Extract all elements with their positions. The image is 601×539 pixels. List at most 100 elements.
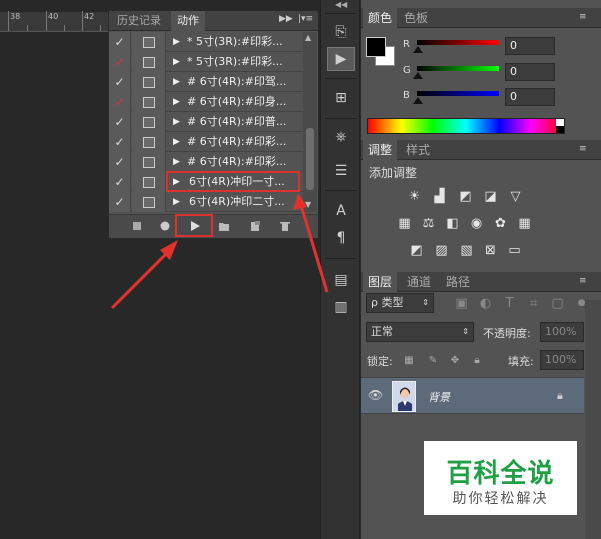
action-row[interactable]: ✓ ▶ # 6寸(4R):#印普...: [109, 112, 309, 132]
stop-icon[interactable]: [131, 220, 143, 232]
green-slider[interactable]: [417, 66, 499, 71]
tab-styles[interactable]: 样式: [401, 140, 435, 160]
blend-mode-dropdown[interactable]: 正常 ⇕: [366, 322, 474, 342]
action-row[interactable]: ✓ ▶ * 5寸(3R):#印彩...: [109, 52, 309, 72]
dialog-toggle-icon[interactable]: [132, 152, 166, 172]
actions-play-icon[interactable]: ▶: [327, 47, 355, 71]
sliders-icon[interactable]: ☰: [331, 161, 351, 181]
tab-paths[interactable]: 路径: [441, 272, 475, 292]
layer-filter-dropdown[interactable]: ρ 类型 ⇕: [366, 293, 434, 313]
smart-object-filter-icon[interactable]: ▢: [549, 295, 566, 312]
dialog-toggle-icon[interactable]: [132, 32, 166, 52]
blue-value-field[interactable]: 0: [505, 88, 555, 106]
tab-channels[interactable]: 通道: [402, 272, 436, 292]
levels-icon[interactable]: ▟: [431, 188, 448, 205]
check-icon[interactable]: ✓: [109, 112, 131, 132]
check-icon[interactable]: ✓: [109, 152, 131, 172]
lock-all-icon[interactable]: 🔒︎: [471, 355, 483, 367]
tab-actions[interactable]: 动作: [171, 11, 205, 31]
action-row[interactable]: ✓ ▶ # 6寸(4R):#印彩...: [109, 132, 309, 152]
opacity-field[interactable]: 100%: [540, 322, 584, 342]
dialog-toggle-icon[interactable]: [132, 72, 166, 92]
layers-scrollbar[interactable]: [585, 300, 601, 539]
action-row[interactable]: ✓ ▶ # 6寸(4R):#印驾...: [109, 72, 309, 92]
check-icon[interactable]: ✓: [109, 92, 131, 112]
new-action-icon[interactable]: [249, 220, 261, 232]
brightness-icon[interactable]: ☀: [406, 188, 423, 205]
history-icon[interactable]: ⎘: [331, 22, 351, 42]
channel-mixer-icon[interactable]: ✿: [492, 215, 509, 232]
blue-slider[interactable]: [417, 91, 499, 96]
character-icon[interactable]: A: [331, 201, 351, 221]
paragraph-icon[interactable]: ¶: [331, 228, 351, 248]
check-icon[interactable]: ✓: [109, 52, 131, 72]
scrollbar-thumb[interactable]: [306, 128, 314, 190]
gradient-map-icon[interactable]: ▭: [506, 242, 523, 259]
check-icon[interactable]: ✓: [109, 72, 131, 92]
check-icon[interactable]: ✓: [109, 32, 131, 52]
green-slider-thumb[interactable]: [413, 72, 423, 79]
panel-menu-icon[interactable]: ≡: [579, 12, 587, 22]
expand-triangle-icon[interactable]: ▶: [173, 112, 180, 132]
expand-triangle-icon[interactable]: ▶: [173, 152, 180, 172]
action-row[interactable]: ✓ ▶ # 6寸(4R):#印彩...: [109, 152, 309, 172]
foreground-color-swatch[interactable]: [366, 37, 386, 57]
selective-color-icon[interactable]: ⊠: [482, 242, 499, 259]
posterize-icon[interactable]: ▨: [433, 242, 450, 259]
color-spectrum[interactable]: [367, 118, 565, 134]
action-row[interactable]: ✓ ▶ 6寸(4R)冲印二寸...: [109, 192, 309, 212]
eye-icon[interactable]: 👁︎: [368, 388, 383, 402]
tab-color[interactable]: 颜色: [363, 8, 398, 28]
check-icon[interactable]: ✓: [109, 192, 131, 212]
dialog-toggle-icon[interactable]: [132, 192, 166, 212]
adjustment-filter-icon[interactable]: ◐: [477, 295, 494, 312]
expand-triangle-icon[interactable]: ▶: [173, 52, 180, 72]
action-row[interactable]: ✓ ▶ # 6寸(4R):#印身...: [109, 92, 309, 112]
fill-field[interactable]: 100%: [540, 350, 584, 370]
layer-row-background[interactable]: 👁︎ 背景 🔒︎: [361, 377, 584, 414]
action-row[interactable]: ✓ ▶ * 5寸(3R):#印彩...: [109, 32, 309, 52]
photo-filter-icon[interactable]: ◉: [468, 215, 485, 232]
invert-icon[interactable]: ◩: [408, 242, 425, 259]
lock-pixels-icon[interactable]: ✎: [427, 355, 439, 367]
panel-menu-icon[interactable]: ≡: [579, 144, 587, 154]
camera-icon[interactable]: ⊞: [331, 88, 351, 108]
double-arrow-icon[interactable]: ▶▶: [279, 14, 293, 24]
record-icon[interactable]: [159, 220, 171, 232]
type-filter-icon[interactable]: T: [501, 295, 518, 312]
actions-scrollbar[interactable]: ▲ ▼: [303, 32, 317, 212]
brush-icon[interactable]: ⎈: [331, 127, 351, 147]
expand-triangle-icon[interactable]: ▶: [173, 192, 180, 212]
folder-icon[interactable]: [218, 220, 230, 232]
document-icon[interactable]: ▥: [331, 297, 351, 317]
expand-triangle-icon[interactable]: ▶: [173, 32, 180, 52]
dialog-toggle-icon[interactable]: [132, 172, 166, 192]
shape-filter-icon[interactable]: ⌗: [525, 295, 542, 312]
curves-icon[interactable]: ◩: [457, 188, 474, 205]
tab-swatches[interactable]: 色板: [399, 8, 433, 28]
blue-slider-thumb[interactable]: [413, 97, 423, 104]
red-slider-thumb[interactable]: [413, 46, 423, 53]
panel-menu-icon[interactable]: |▾≡: [298, 14, 313, 24]
pixel-filter-icon[interactable]: ▣: [453, 295, 470, 312]
dialog-toggle-icon[interactable]: [132, 92, 166, 112]
expand-triangle-icon[interactable]: ▶: [173, 72, 180, 92]
color-lookup-icon[interactable]: ▦: [516, 215, 533, 232]
lock-transparent-icon[interactable]: ▦: [403, 355, 415, 367]
dialog-toggle-icon[interactable]: [132, 112, 166, 132]
red-slider[interactable]: [417, 40, 499, 45]
check-icon[interactable]: ✓: [109, 172, 131, 192]
notes-icon[interactable]: ▤: [331, 270, 351, 290]
color-balance-icon[interactable]: ⚖: [420, 215, 437, 232]
tab-adjustments[interactable]: 调整: [363, 140, 398, 160]
panel-menu-icon[interactable]: ≡: [579, 276, 587, 286]
lock-position-icon[interactable]: ✥: [449, 355, 461, 367]
check-icon[interactable]: ✓: [109, 132, 131, 152]
dialog-toggle-icon[interactable]: [132, 52, 166, 72]
expand-triangle-icon[interactable]: ▶: [173, 132, 180, 152]
red-value-field[interactable]: 0: [505, 37, 555, 55]
hue-saturation-icon[interactable]: ▦: [396, 215, 413, 232]
tab-history[interactable]: 历史记录: [111, 11, 167, 31]
threshold-icon[interactable]: ▧: [458, 242, 475, 259]
delete-icon[interactable]: [279, 220, 291, 232]
